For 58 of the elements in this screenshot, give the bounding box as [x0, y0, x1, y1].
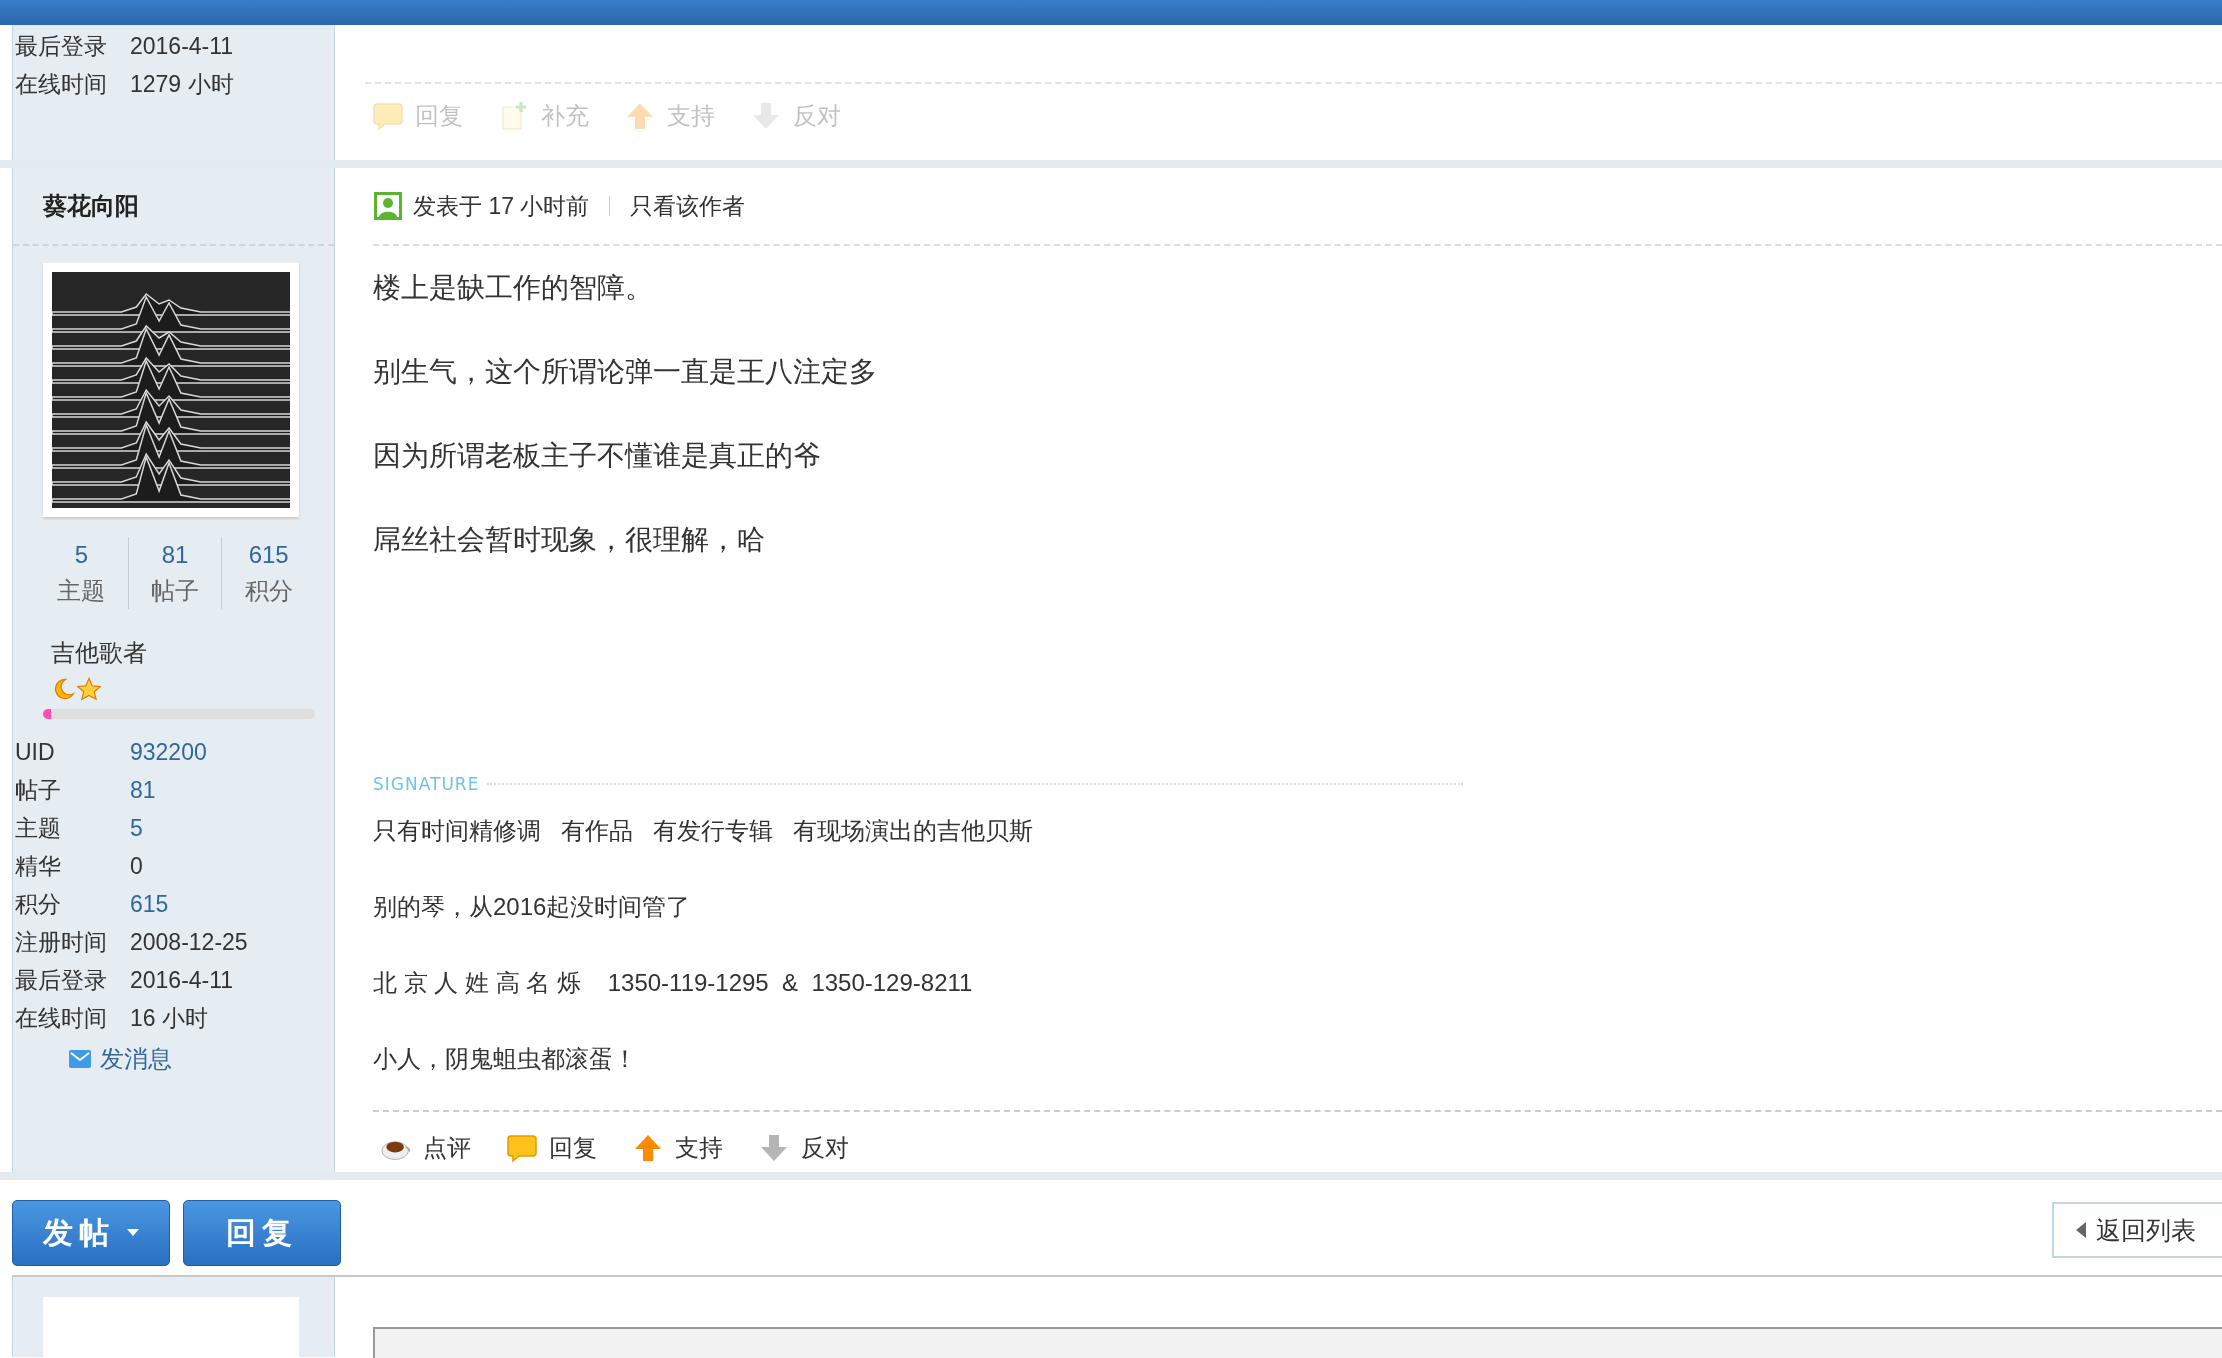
signature-text: 只有时间精修调 有作品 有发行专辑 有现场演出的吉他贝斯 — [373, 817, 1033, 844]
profile-link[interactable]: 932200 — [130, 733, 334, 771]
profile-label: 主题 — [15, 814, 62, 843]
profile-label: 最后登录 — [15, 966, 108, 995]
profile-link[interactable]: 5 — [130, 809, 334, 847]
post-text: 因为所谓老板主子不懂谁是真正的爷 — [373, 440, 821, 471]
back-to-list-button[interactable]: 返回列表 — [2052, 1202, 2222, 1258]
action-link[interactable]: 反对 — [759, 1132, 849, 1164]
profile-label: 注册时间 — [15, 928, 108, 957]
count-link[interactable]: 81 — [128, 537, 222, 573]
document-plus-icon — [499, 101, 529, 131]
star-icon — [77, 677, 101, 701]
post-time: 发表于 17 小时前 — [413, 191, 590, 221]
action-link[interactable]: 支持 — [633, 1132, 723, 1164]
profile-value: 2008-12-25 — [130, 928, 249, 957]
rank-title: 吉他歌者 — [51, 638, 148, 668]
profile-value: 2016-4-11 — [130, 966, 235, 995]
send-message-link[interactable]: 发消息 — [68, 1043, 334, 1075]
profile-link[interactable]: 615 — [130, 885, 334, 923]
profile-value: 2016-4-11 — [130, 32, 235, 61]
count-label: 积分 — [243, 576, 294, 606]
signature-label: SIGNATURE — [373, 774, 480, 794]
post-text: 别生气，这个所谓论弹一直是王八注定多 — [373, 356, 877, 387]
author-name[interactable]: 葵花向阳 — [13, 168, 334, 246]
action-link[interactable]: 回复 — [507, 1132, 597, 1164]
signature-text: 别的琴，从2016起没时间管了 — [373, 893, 691, 920]
count-link[interactable]: 615 — [222, 537, 315, 573]
profile-label: 帖子 — [15, 776, 62, 805]
count-label: 主题 — [56, 576, 107, 606]
profile-label: 最后登录 — [15, 32, 108, 61]
only-author-link[interactable]: 只看该作者 — [630, 190, 746, 222]
count-label: 帖子 — [150, 576, 200, 606]
user-icon — [373, 191, 403, 221]
caret-icon — [127, 1229, 139, 1237]
signature-text: 小人，阴鬼蛆虫都滚蛋！ — [373, 1045, 637, 1072]
profile-value: 0 — [130, 852, 144, 881]
envelope-icon — [68, 1049, 92, 1069]
speech-bubble-icon — [507, 1133, 537, 1163]
profile-label: 在线时间 — [15, 70, 108, 99]
post-text: 屌丝社会暂时现象，很理解，哈 — [373, 524, 765, 555]
profile-value: 16 小时 — [130, 1004, 209, 1033]
profile-link[interactable]: 81 — [130, 771, 334, 809]
new-post-button[interactable]: 发帖 — [12, 1200, 170, 1266]
profile-label: 积分 — [15, 890, 62, 919]
action-link[interactable]: 点评 — [381, 1132, 471, 1164]
signature-text: 北 京 人 姓 高 名 烁 1350-119-1295 & 1350-129-8211 — [373, 969, 973, 996]
post-text: 楼上是缺工作的智障。 — [373, 272, 653, 303]
profile-value: 1279 小时 — [130, 70, 235, 99]
reply-button[interactable]: 回复 — [183, 1200, 341, 1266]
speech-bubble-icon — [373, 101, 403, 131]
up-arrow-icon — [633, 1133, 663, 1163]
down-arrow-icon — [759, 1133, 789, 1163]
profile-label: 在线时间 — [15, 1004, 108, 1033]
profile-label: 精华 — [15, 852, 62, 881]
caret-left-icon — [2076, 1222, 2086, 1238]
count-link[interactable]: 5 — [35, 537, 128, 573]
profile-label: UID — [15, 738, 56, 767]
up-arrow-icon — [625, 101, 655, 131]
